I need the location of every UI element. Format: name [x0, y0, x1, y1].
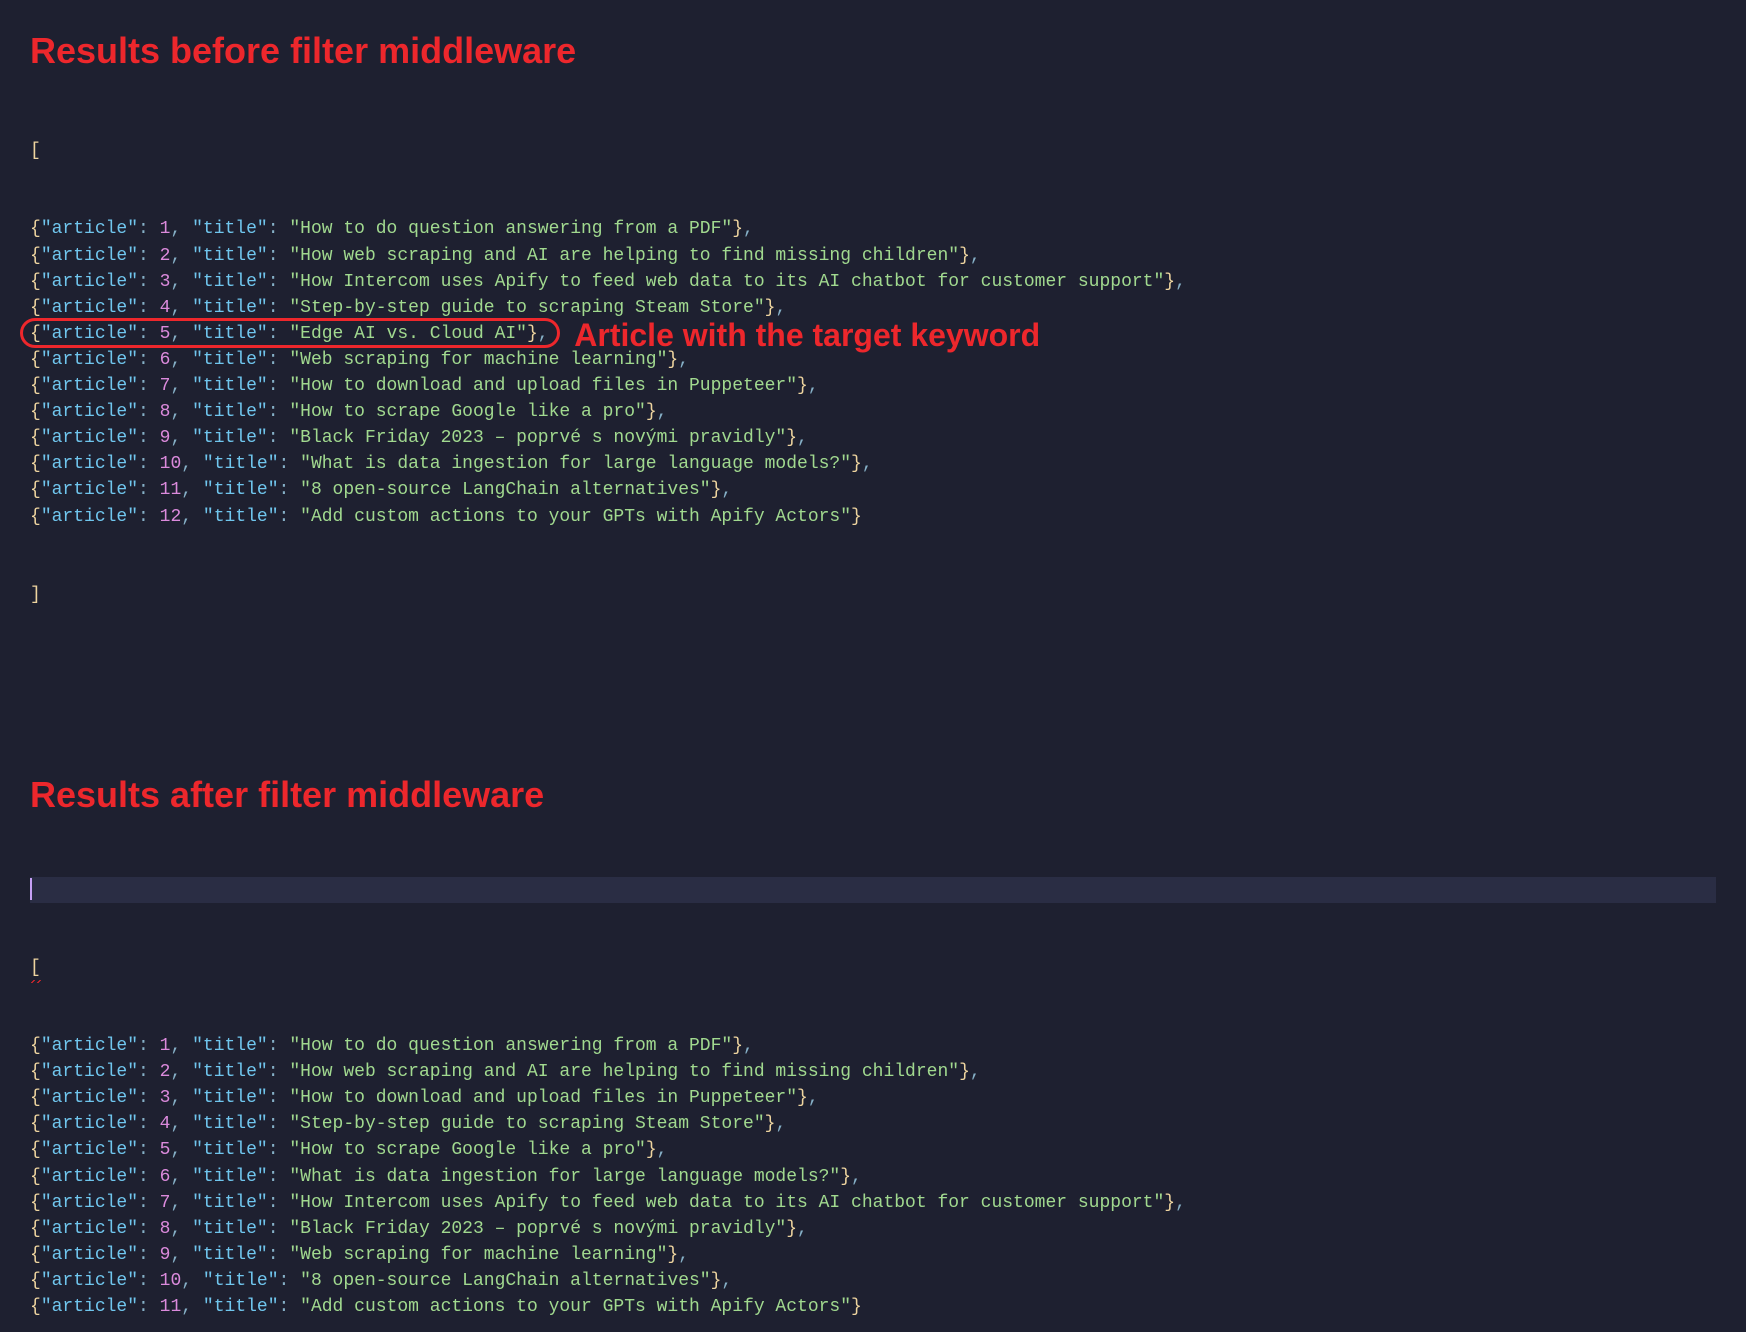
cursor-line — [30, 877, 1716, 903]
json-row: {"article": 7, "title": "How Intercom us… — [30, 1190, 1716, 1216]
annotation-label: Article with the target keyword — [574, 312, 1040, 358]
json-row: {"article": 11, "title": "Add custom act… — [30, 1294, 1716, 1320]
json-open-bracket: [ — [30, 138, 1716, 164]
json-row: {"article": 9, "title": "Black Friday 20… — [30, 425, 1716, 451]
json-row: {"article": 6, "title": "What is data in… — [30, 1164, 1716, 1190]
json-open-bracket: [ — [30, 955, 1716, 981]
json-row: {"article": 1, "title": "How to do quest… — [30, 216, 1716, 242]
json-close-bracket: ] — [30, 582, 1716, 608]
code-block-after: [ {"article": 1, "title": "How to do que… — [30, 824, 1716, 1332]
text-cursor — [30, 878, 32, 900]
code-block-before: [ {"article": 1, "title": "How to do que… — [30, 86, 1716, 738]
json-row: {"article": 3, "title": "How to download… — [30, 1085, 1716, 1111]
json-row: {"article": 3, "title": "How Intercom us… — [30, 269, 1716, 295]
json-row: {"article": 9, "title": "Web scraping fo… — [30, 1242, 1716, 1268]
json-row: {"article": 2, "title": "How web scrapin… — [30, 1059, 1716, 1085]
json-row: {"article": 1, "title": "How to do quest… — [30, 1033, 1716, 1059]
json-row: {"article": 12, "title": "Add custom act… — [30, 504, 1716, 530]
json-row: {"article": 7, "title": "How to download… — [30, 373, 1716, 399]
json-row: {"article": 10, "title": "What is data i… — [30, 451, 1716, 477]
json-row: {"article": 4, "title": "Step-by-step gu… — [30, 1111, 1716, 1137]
json-row: {"article": 8, "title": "How to scrape G… — [30, 399, 1716, 425]
heading-after: Results after filter middleware — [30, 774, 1716, 816]
json-row: {"article": 2, "title": "How web scrapin… — [30, 243, 1716, 269]
json-row: {"article": 8, "title": "Black Friday 20… — [30, 1216, 1716, 1242]
heading-before: Results before filter middleware — [30, 30, 1716, 72]
json-row: {"article": 10, "title": "8 open-source … — [30, 1268, 1716, 1294]
code-editor-view: Results before filter middleware [ {"art… — [0, 0, 1746, 1332]
json-row: {"article": 5, "title": "How to scrape G… — [30, 1137, 1716, 1163]
json-row: {"article": 11, "title": "8 open-source … — [30, 477, 1716, 503]
